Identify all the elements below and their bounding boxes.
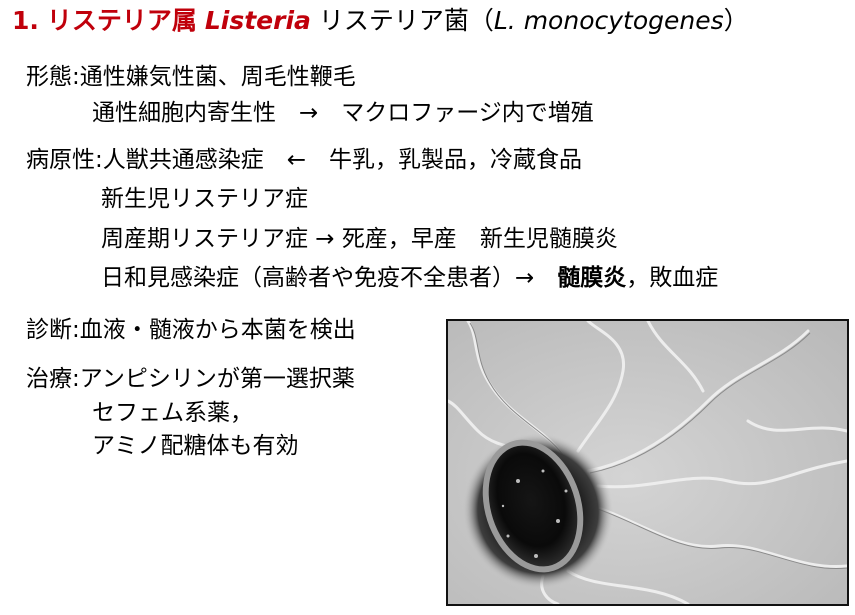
diagnosis-line-1: 診断:血液・髄液から本菌を検出 [26,317,356,343]
listeria-micrograph [446,319,849,606]
pathogenicity-line-4-suffix: ，敗血症 [626,265,719,291]
micrograph-image [448,321,847,604]
pathogenicity-line-1: 病原性:人獣共通感染症 ← 牛乳，乳製品，冷蔵食品 [26,147,583,173]
pathogenicity-line-4-bold: 髄膜炎 [557,265,627,291]
title-genus-jp: リステリア属 [46,6,197,35]
morphology-line-2: 通性細胞内寄生性 → マクロファージ内で増殖 [92,100,594,126]
treatment-line-2: セフェム系薬， [92,400,253,426]
pathogenicity-line-2: 新生児リステリア症 [101,186,308,212]
title-paren-close: ） [723,6,749,35]
pathogenicity-line-4: 日和見感染症（高齢者や免疫不全患者）→ 髄膜炎，敗血症 [101,261,718,295]
title-paren-open: （ [468,6,494,35]
title-species-latin: L. monocytogenes [493,6,724,35]
title-number: 1. [12,6,39,35]
title-species-jp: リステリア菌 [318,6,469,35]
morphology-line-1: 形態:通性嫌気性菌、周毛性鞭毛 [26,64,356,90]
pathogenicity-line-4-prefix: 日和見感染症（高齢者や免疫不全患者）→ [101,265,558,291]
treatment-line-3: アミノ配糖体も有効 [92,433,299,459]
pathogenicity-line-3: 周産期リステリア症 → 死産，早産 新生児髄膜炎 [101,226,618,252]
treatment-line-1: 治療:アンピシリンが第一選択薬 [26,366,355,392]
title-genus-latin: Listeria [204,6,311,35]
slide-title: 1. リステリア属 Listeria リステリア菌（L. monocytogen… [12,2,749,40]
